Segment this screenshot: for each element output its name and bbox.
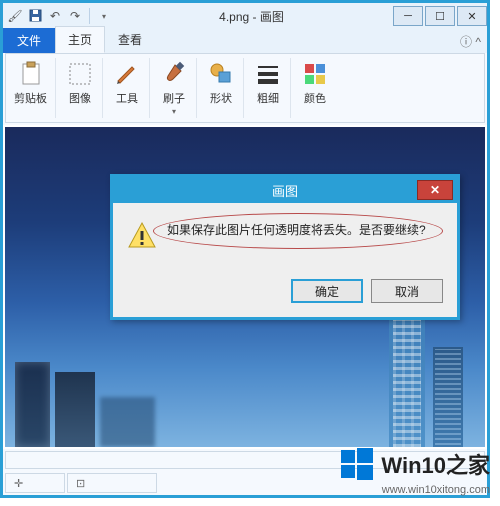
photo-building (15, 362, 50, 447)
ribbon: 剪贴板 图像 工具 刷子 ▾ 形状 (5, 53, 485, 123)
home-tab[interactable]: 主页 (55, 26, 105, 53)
quick-access-toolbar: 🖌 ↶ ↷ ▾ (3, 8, 112, 25)
undo-icon[interactable]: ↶ (47, 8, 63, 24)
dialog-message: 如果保存此图片任何透明度将丢失。是否要继续? (167, 221, 426, 239)
paste-icon (17, 60, 45, 88)
windows-logo-icon (339, 446, 375, 482)
chevron-down-icon: ▾ (172, 107, 176, 116)
watermark: Win10之家 www.win10xitong.com (339, 446, 490, 496)
status-cursor-pos: ✛ (5, 473, 65, 493)
stroke-icon (254, 60, 282, 88)
brushes-group[interactable]: 刷子 ▾ (152, 58, 197, 118)
image-group[interactable]: 图像 (58, 58, 103, 118)
app-icon: 🖌 (7, 8, 23, 24)
watermark-text: Win10之家 (381, 448, 490, 480)
colors-label: 颜色 (304, 90, 326, 106)
qat-customize-icon[interactable]: ▾ (96, 9, 112, 25)
shapes-label: 形状 (210, 90, 232, 106)
image-label: 图像 (69, 90, 91, 106)
brush-icon (160, 60, 188, 88)
clipboard-group[interactable]: 剪贴板 (6, 58, 56, 118)
brushes-label: 刷子 (163, 90, 185, 106)
help-icon[interactable]: ⓘ ^ (460, 33, 481, 50)
shapes-icon (207, 60, 235, 88)
dialog-body: 如果保存此图片任何透明度将丢失。是否要继续? (113, 203, 457, 269)
ok-button[interactable]: 确定 (291, 279, 363, 303)
stroke-group[interactable]: 粗细 (246, 58, 291, 118)
clipboard-label: 剪贴板 (14, 90, 47, 106)
window-title: 4.png - 画图 (112, 8, 391, 25)
qat-separator (89, 8, 90, 24)
maximize-button[interactable]: ☐ (425, 6, 455, 26)
colors-group[interactable]: 颜色 (293, 58, 337, 118)
close-button[interactable]: ✕ (457, 6, 487, 26)
confirm-dialog: 画图 ✕ 如果保存此图片任何透明度将丢失。是否要继续? 确定 取消 (110, 174, 460, 320)
dialog-close-button[interactable]: ✕ (417, 180, 453, 200)
file-tab[interactable]: 文件 (3, 28, 55, 53)
window-controls: ─ ☐ ✕ (391, 6, 487, 26)
watermark-url: www.win10xitong.com (339, 484, 490, 496)
tools-group[interactable]: 工具 (105, 58, 150, 118)
status-selection: ⊡ (67, 473, 157, 493)
photo-building (100, 397, 155, 447)
dialog-footer: 确定 取消 (113, 269, 457, 317)
warning-icon (127, 221, 157, 251)
select-icon (66, 60, 94, 88)
view-tab[interactable]: 查看 (105, 26, 155, 53)
save-icon[interactable] (27, 8, 43, 24)
redo-icon[interactable]: ↷ (67, 8, 83, 24)
dialog-title: 画图 (272, 181, 298, 200)
shapes-group[interactable]: 形状 (199, 58, 244, 118)
dialog-titlebar: 画图 ✕ (113, 177, 457, 203)
cancel-button[interactable]: 取消 (371, 279, 443, 303)
ribbon-tabs: 文件 主页 查看 ⓘ ^ (3, 29, 487, 53)
tools-label: 工具 (116, 90, 138, 106)
stroke-label: 粗细 (257, 90, 279, 106)
photo-building (433, 347, 463, 447)
colors-icon (301, 60, 329, 88)
pencil-icon (113, 60, 141, 88)
minimize-button[interactable]: ─ (393, 6, 423, 26)
photo-building (55, 372, 95, 447)
